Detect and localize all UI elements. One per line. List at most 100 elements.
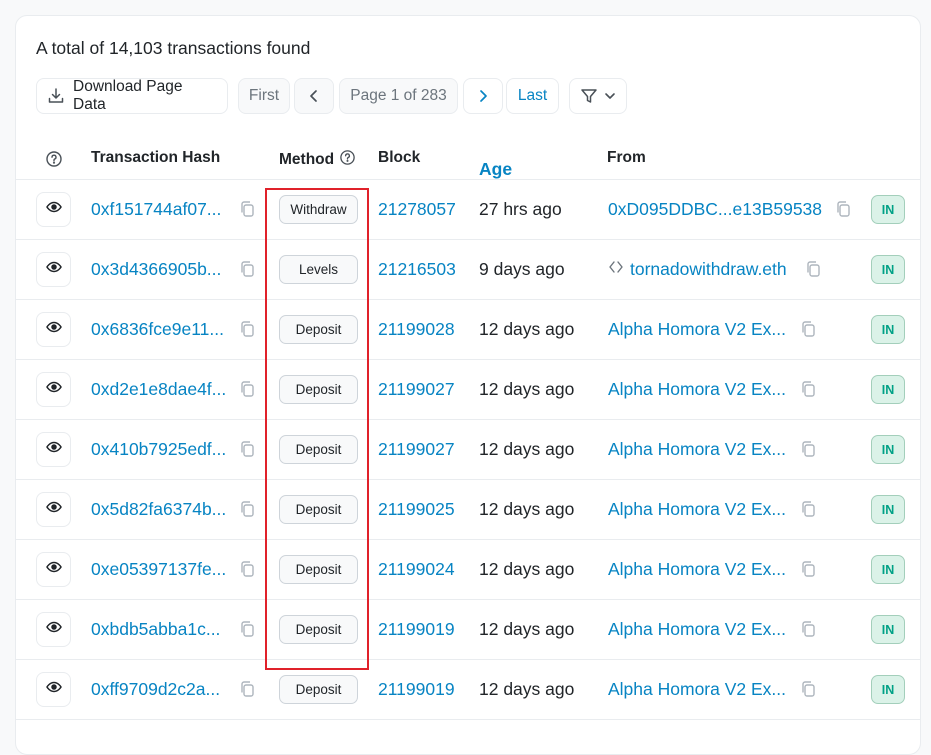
column-method: Method: [279, 149, 356, 171]
view-transaction-button[interactable]: [36, 252, 71, 287]
block-number-link[interactable]: 21278057: [378, 199, 456, 220]
block-number-link[interactable]: 21199028: [378, 319, 455, 340]
copy-icon[interactable]: [799, 440, 817, 458]
transaction-hash-link[interactable]: 0x5d82fa6374b...: [91, 499, 233, 520]
code-icon: [608, 259, 624, 280]
view-transaction-button[interactable]: [36, 372, 71, 407]
copy-icon[interactable]: [799, 380, 817, 398]
eye-icon: [45, 619, 62, 640]
direction-badge: IN: [871, 255, 905, 284]
copy-icon[interactable]: [238, 680, 256, 698]
transactions-summary: A total of 14,103 transactions found: [36, 38, 311, 58]
from-address-label: tornadowithdraw.eth: [630, 259, 787, 279]
method-badge: Deposit: [279, 555, 358, 584]
copy-icon[interactable]: [799, 620, 817, 638]
download-label: Download Page Data: [73, 78, 183, 113]
transaction-hash-link[interactable]: 0xbdb5abba1c...: [91, 619, 233, 640]
copy-icon[interactable]: [238, 560, 256, 578]
from-address[interactable]: tornadowithdraw.eth: [608, 259, 828, 280]
from-address[interactable]: Alpha Homora V2 Ex...: [608, 619, 793, 640]
direction-badge: IN: [871, 615, 905, 644]
block-number-link[interactable]: 21199019: [378, 679, 455, 700]
transaction-age: 12 days ago: [479, 319, 575, 339]
copy-icon[interactable]: [238, 500, 256, 518]
transaction-age: 12 days ago: [479, 379, 575, 399]
copy-icon[interactable]: [238, 200, 256, 218]
last-page-button[interactable]: Last: [506, 78, 559, 114]
next-page-button[interactable]: [463, 78, 503, 114]
view-transaction-button[interactable]: [36, 612, 71, 647]
copy-icon[interactable]: [238, 320, 256, 338]
filter-dropdown-button[interactable]: [569, 78, 627, 114]
from-address[interactable]: 0xD095DDBC...e13B59538: [608, 199, 828, 220]
copy-icon[interactable]: [238, 260, 256, 278]
table-header: Transaction Hash Method Block Age From: [16, 140, 920, 180]
copy-icon[interactable]: [834, 200, 852, 218]
transaction-hash-link[interactable]: 0xe05397137fe...: [91, 559, 233, 580]
copy-icon[interactable]: [799, 560, 817, 578]
download-icon: [47, 87, 65, 105]
transaction-age: 12 days ago: [479, 679, 575, 699]
method-help-icon[interactable]: [339, 149, 356, 171]
method-badge: Levels: [279, 255, 358, 284]
copy-icon[interactable]: [799, 500, 817, 518]
first-page-button[interactable]: First: [238, 78, 290, 114]
from-address-label: Alpha Homora V2 Ex...: [608, 319, 786, 339]
transaction-hash-link[interactable]: 0x410b7925edf...: [91, 439, 233, 460]
block-number-link[interactable]: 21199027: [378, 379, 455, 400]
filter-icon: [580, 87, 598, 105]
table-row: 0x3d4366905b... Levels 21216503 9 days a…: [16, 240, 920, 300]
view-transaction-button[interactable]: [36, 312, 71, 347]
view-transaction-button[interactable]: [36, 432, 71, 467]
transaction-age: 12 days ago: [479, 499, 575, 519]
previous-page-button[interactable]: [294, 78, 334, 114]
copy-icon[interactable]: [238, 440, 256, 458]
column-age[interactable]: Age: [479, 159, 512, 180]
from-address[interactable]: Alpha Homora V2 Ex...: [608, 679, 793, 700]
view-transaction-button[interactable]: [36, 672, 71, 707]
table-row: 0x410b7925edf... Deposit 21199027 12 day…: [16, 420, 920, 480]
download-page-data-button[interactable]: Download Page Data: [36, 78, 228, 114]
transaction-hash-link[interactable]: 0x3d4366905b...: [91, 259, 233, 280]
view-transaction-button[interactable]: [36, 552, 71, 587]
from-address[interactable]: Alpha Homora V2 Ex...: [608, 499, 793, 520]
copy-icon[interactable]: [238, 380, 256, 398]
chevron-down-icon: [604, 90, 616, 102]
table-row: 0xbdb5abba1c... Deposit 21199019 12 days…: [16, 600, 920, 660]
from-address[interactable]: Alpha Homora V2 Ex...: [608, 379, 793, 400]
table-row: 0xf151744af07... Withdraw 21278057 27 hr…: [16, 180, 920, 240]
eye-icon: [45, 379, 62, 400]
from-address[interactable]: Alpha Homora V2 Ex...: [608, 559, 793, 580]
block-number-link[interactable]: 21199024: [378, 559, 455, 580]
block-number-link[interactable]: 21216503: [378, 259, 456, 280]
transaction-hash-link[interactable]: 0x6836fce9e11...: [91, 319, 233, 340]
copy-icon[interactable]: [799, 320, 817, 338]
view-transaction-button[interactable]: [36, 492, 71, 527]
from-address-label: Alpha Homora V2 Ex...: [608, 619, 786, 639]
from-address[interactable]: Alpha Homora V2 Ex...: [608, 439, 793, 460]
table-row: 0x5d82fa6374b... Deposit 21199025 12 day…: [16, 480, 920, 540]
copy-icon[interactable]: [804, 260, 822, 278]
block-number-link[interactable]: 21199019: [378, 619, 455, 640]
transaction-age: 27 hrs ago: [479, 199, 562, 219]
direction-badge: IN: [871, 555, 905, 584]
direction-badge: IN: [871, 435, 905, 464]
transaction-hash-link[interactable]: 0xff9709d2c2a...: [91, 679, 233, 700]
direction-badge: IN: [871, 315, 905, 344]
column-from: From: [607, 149, 646, 166]
transaction-hash-link[interactable]: 0xd2e1e8dae4f...: [91, 379, 233, 400]
copy-icon[interactable]: [238, 620, 256, 638]
view-transaction-button[interactable]: [36, 192, 71, 227]
transaction-hash-link[interactable]: 0xf151744af07...: [91, 199, 233, 220]
from-address[interactable]: Alpha Homora V2 Ex...: [608, 319, 793, 340]
direction-badge: IN: [871, 495, 905, 524]
question-circle-icon[interactable]: [45, 150, 63, 168]
copy-icon[interactable]: [799, 680, 817, 698]
from-address-label: Alpha Homora V2 Ex...: [608, 559, 786, 579]
from-address-label: Alpha Homora V2 Ex...: [608, 439, 786, 459]
block-number-link[interactable]: 21199025: [378, 499, 455, 520]
direction-badge: IN: [871, 375, 905, 404]
eye-icon: [45, 259, 62, 280]
eye-icon: [45, 199, 62, 220]
block-number-link[interactable]: 21199027: [378, 439, 455, 460]
